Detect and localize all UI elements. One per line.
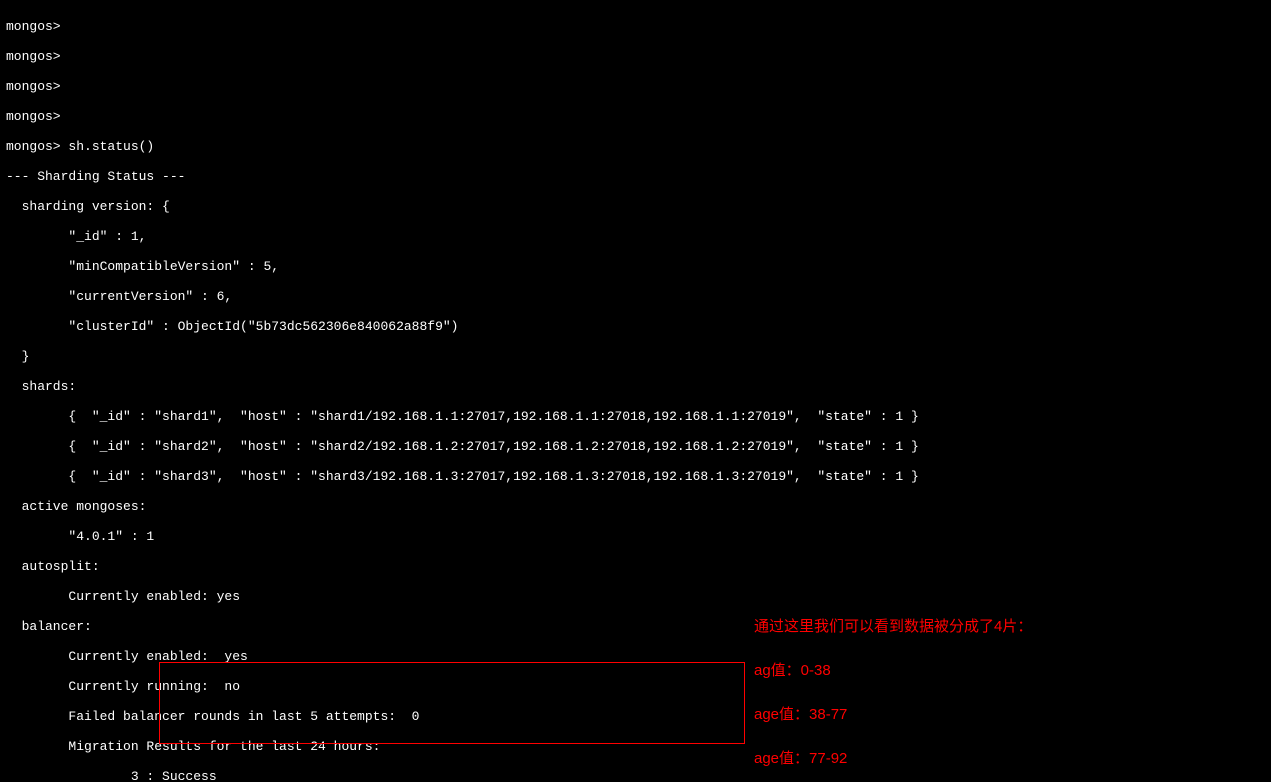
terminal-line: --- Sharding Status ---: [6, 169, 185, 184]
terminal-line: { "_id" : "shard2", "host" : "shard2/192…: [6, 439, 919, 454]
terminal-line: Currently running: no: [6, 679, 240, 694]
annotation-line: 通过这里我们可以看到数据被分成了4片：: [754, 616, 1032, 638]
annotation-line: age值：38-77: [754, 704, 1032, 726]
terminal-line: "minCompatibleVersion" : 5,: [6, 259, 279, 274]
terminal-line: Migration Results for the last 24 hours:: [6, 739, 380, 754]
terminal-line: { "_id" : "shard3", "host" : "shard3/192…: [6, 469, 919, 484]
terminal-line: Currently enabled: yes: [6, 589, 240, 604]
terminal-line: sharding version: {: [6, 199, 170, 214]
terminal-line: "4.0.1" : 1: [6, 529, 154, 544]
annotation-line: ag值：0-38: [754, 660, 1032, 682]
terminal-line: mongos>: [6, 79, 61, 94]
annotation-callout: 通过这里我们可以看到数据被分成了4片： ag值：0-38 age值：38-77 …: [754, 594, 1032, 782]
annotation-line: age值：77-92: [754, 748, 1032, 770]
terminal-line: shards:: [6, 379, 76, 394]
terminal-output[interactable]: mongos> mongos> mongos> mongos> mongos> …: [0, 0, 1271, 782]
terminal-line: Currently enabled: yes: [6, 649, 248, 664]
terminal-line: 3 : Success: [6, 769, 217, 782]
terminal-line: active mongoses:: [6, 499, 146, 514]
terminal-line: "currentVersion" : 6,: [6, 289, 232, 304]
terminal-line: "clusterId" : ObjectId("5b73dc562306e840…: [6, 319, 458, 334]
highlight-box: [159, 662, 745, 744]
terminal-line: { "_id" : "shard1", "host" : "shard1/192…: [6, 409, 919, 424]
terminal-line: Failed balancer rounds in last 5 attempt…: [6, 709, 419, 724]
terminal-line: }: [6, 349, 29, 364]
terminal-line: mongos>: [6, 19, 61, 34]
terminal-line: balancer:: [6, 619, 92, 634]
terminal-line: "_id" : 1,: [6, 229, 146, 244]
terminal-line: mongos> sh.status(): [6, 139, 154, 154]
terminal-line: autosplit:: [6, 559, 100, 574]
terminal-line: mongos>: [6, 49, 61, 64]
terminal-line: mongos>: [6, 109, 61, 124]
